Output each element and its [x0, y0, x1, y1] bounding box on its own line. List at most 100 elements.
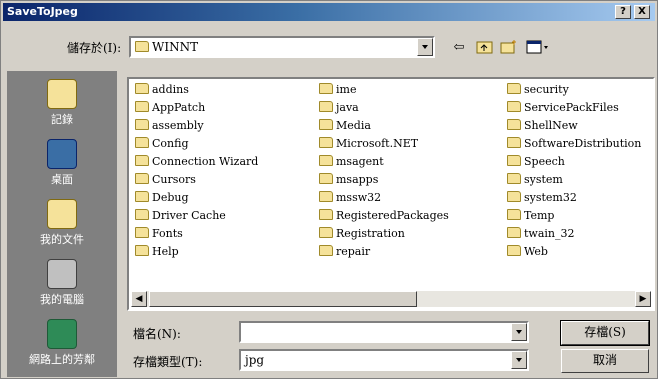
list-item[interactable]: Microsoft.NET — [319, 137, 418, 155]
list-item[interactable]: Connection Wizard — [135, 155, 258, 173]
list-item[interactable]: ServicePackFiles — [507, 101, 619, 119]
save-button[interactable]: 存檔(S) — [560, 320, 650, 346]
list-item[interactable]: Help — [135, 245, 179, 263]
list-item[interactable]: system — [507, 173, 563, 191]
place-history[interactable]: 記錄 — [7, 75, 117, 135]
folder-icon — [319, 173, 333, 184]
close-button[interactable]: X — [634, 5, 650, 19]
folder-icon — [135, 41, 149, 52]
folder-icon — [507, 83, 521, 94]
list-item[interactable]: addins — [135, 83, 189, 101]
list-item[interactable]: Web — [507, 245, 548, 263]
folder-icon — [135, 245, 149, 256]
chevron-down-icon[interactable] — [511, 323, 527, 341]
current-folder-name: WINNT — [152, 40, 199, 54]
list-item[interactable]: SoftwareDistribution — [507, 137, 641, 155]
list-item[interactable]: Speech — [507, 155, 565, 173]
my-documents-icon — [47, 199, 77, 229]
folder-icon — [319, 155, 333, 166]
back-arrow-icon[interactable]: ⇦ — [449, 39, 469, 57]
cancel-button[interactable]: 取消 — [561, 349, 649, 373]
filetype-value: jpg — [245, 353, 265, 367]
folder-icon — [507, 101, 521, 112]
folder-icon — [135, 227, 149, 238]
current-folder: WINNT — [135, 40, 198, 54]
folder-icon — [135, 173, 149, 184]
folder-icon — [135, 101, 149, 112]
folder-icon — [135, 137, 149, 148]
folder-icon — [507, 137, 521, 148]
list-item[interactable]: system32 — [507, 191, 577, 209]
list-item[interactable]: msagent — [319, 155, 384, 173]
list-item[interactable]: ime — [319, 83, 356, 101]
folder-icon — [135, 119, 149, 130]
folder-icon — [135, 155, 149, 166]
list-item[interactable]: ShellNew — [507, 119, 578, 137]
scroll-left-icon[interactable]: ◀ — [131, 291, 147, 307]
list-item[interactable]: Temp — [507, 209, 554, 227]
list-item[interactable]: msapps — [319, 173, 378, 191]
up-folder-icon[interactable] — [475, 39, 495, 57]
place-label: 我的電腦 — [40, 293, 84, 306]
save-in-label: 儲存於(I): — [67, 41, 122, 55]
folder-icon — [319, 209, 333, 220]
folder-icon — [319, 83, 333, 94]
list-item[interactable]: twain_32 — [507, 227, 575, 245]
file-list[interactable]: addins AppPatch assembly Config Connecti… — [127, 77, 655, 311]
list-item[interactable]: Registration — [319, 227, 405, 245]
folder-icon — [507, 209, 521, 220]
list-item[interactable]: Cursors — [135, 173, 196, 191]
place-label: 我的文件 — [40, 233, 84, 246]
list-item[interactable]: Config — [135, 137, 189, 155]
place-network[interactable]: 網路上的芳鄰 — [7, 315, 117, 375]
folder-icon — [507, 155, 521, 166]
folder-icon — [319, 101, 333, 112]
list-item[interactable]: Media — [319, 119, 371, 137]
window-title: SaveToJpeg — [7, 5, 78, 18]
folder-icon — [507, 227, 521, 238]
filetype-select[interactable]: jpg — [239, 349, 529, 371]
place-my-documents[interactable]: 我的文件 — [7, 195, 117, 255]
list-item[interactable]: Fonts — [135, 227, 183, 245]
network-places-icon — [47, 319, 77, 349]
list-item[interactable]: Debug — [135, 191, 189, 209]
folder-icon — [319, 227, 333, 238]
folder-icon — [507, 119, 521, 130]
folder-icon — [319, 245, 333, 256]
folder-icon — [135, 209, 149, 220]
list-item[interactable]: AppPatch — [135, 101, 205, 119]
list-item[interactable]: RegisteredPackages — [319, 209, 449, 227]
horizontal-scrollbar[interactable]: ◀ ▶ — [131, 291, 651, 307]
list-item[interactable]: repair — [319, 245, 370, 263]
filename-input[interactable] — [239, 321, 529, 343]
new-folder-icon[interactable] — [499, 39, 519, 57]
place-my-computer[interactable]: 我的電腦 — [7, 255, 117, 315]
place-label: 網路上的芳鄰 — [29, 353, 95, 366]
list-item[interactable]: assembly — [135, 119, 204, 137]
folder-icon — [507, 173, 521, 184]
list-item[interactable]: security — [507, 83, 569, 101]
filename-label: 檔名(N): — [133, 327, 181, 341]
filetype-label: 存檔類型(T): — [133, 355, 203, 369]
folder-icon — [507, 191, 521, 202]
list-item[interactable]: Driver Cache — [135, 209, 226, 227]
place-desktop[interactable]: 桌面 — [7, 135, 117, 195]
chevron-down-icon[interactable] — [511, 351, 527, 369]
list-item[interactable]: mssw32 — [319, 191, 381, 209]
view-menu-icon[interactable] — [525, 39, 551, 57]
chevron-down-icon[interactable] — [417, 38, 433, 56]
save-in-dropdown[interactable]: WINNT — [129, 36, 435, 58]
places-bar: 記錄 桌面 我的文件 我的電腦 網路上的芳鄰 — [7, 71, 117, 377]
place-label: 桌面 — [51, 173, 73, 186]
folder-icon — [319, 137, 333, 148]
folder-icon — [319, 191, 333, 202]
save-dialog: SaveToJpeg ? X 儲存於(I): WINNT ⇦ 記錄 桌面 我的文… — [0, 0, 658, 379]
help-button[interactable]: ? — [615, 5, 631, 19]
list-item[interactable]: java — [319, 101, 359, 119]
scroll-thumb[interactable] — [149, 291, 417, 307]
folder-icon — [135, 83, 149, 94]
scroll-right-icon[interactable]: ▶ — [635, 291, 651, 307]
place-label: 記錄 — [51, 113, 73, 126]
my-computer-icon — [47, 259, 77, 289]
folder-icon — [319, 119, 333, 130]
